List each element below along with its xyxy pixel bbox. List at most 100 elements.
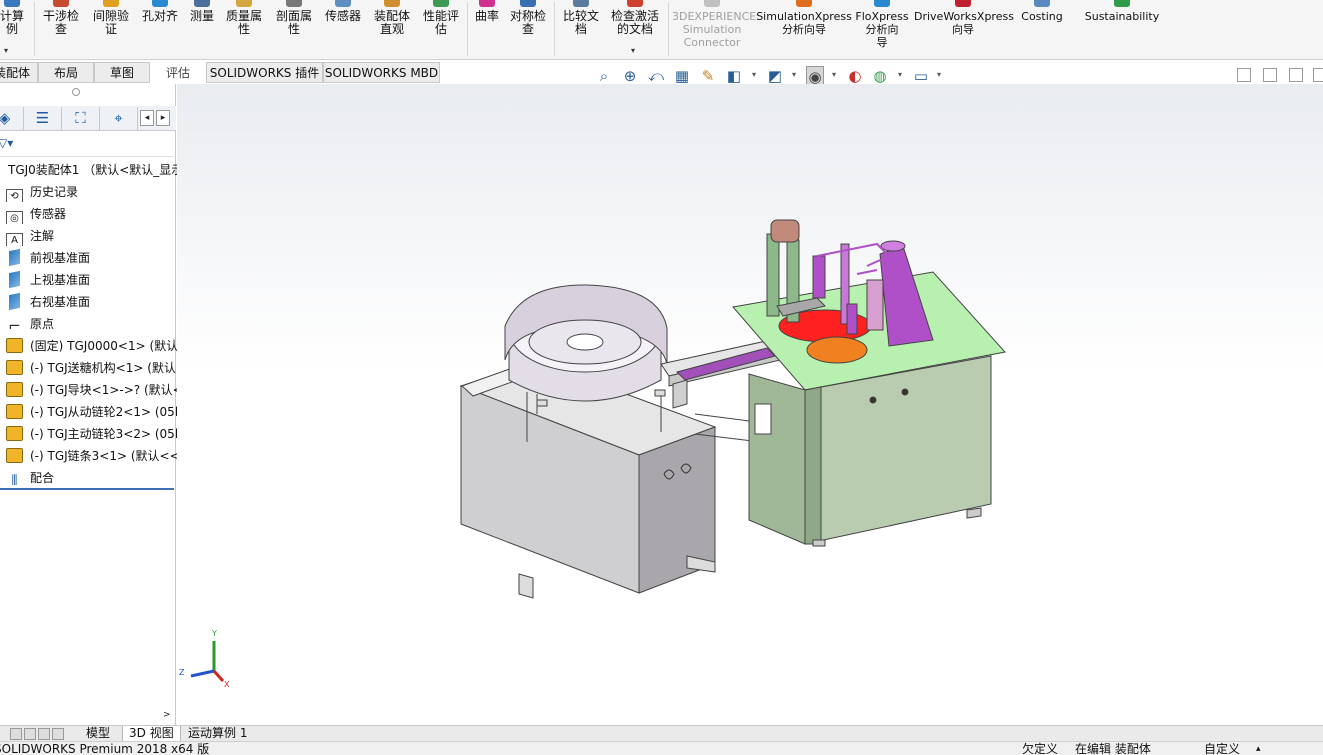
floxpress-icon	[874, 0, 890, 7]
feature-manager-icon[interactable]: ◈	[0, 107, 24, 130]
document-tab[interactable]: 3D 视图	[122, 726, 181, 742]
command-tab[interactable]: SOLIDWORKS 插件	[206, 62, 323, 83]
minimize-pane-button[interactable]	[1289, 68, 1303, 82]
dropdown-caret-icon[interactable]: ▾	[792, 70, 796, 79]
zoom-area-icon[interactable]: ⊕	[621, 66, 639, 86]
document-tab[interactable]: 模型	[80, 726, 116, 742]
plane-icon	[9, 248, 20, 267]
tree-item[interactable]: 右视基准面	[6, 292, 178, 312]
ribbon-button-3dx[interactable]: 3DEXPERIENCE Simulation Connector	[672, 0, 757, 58]
command-tab[interactable]: 装配体	[0, 62, 38, 83]
scroll-tabs-left-button[interactable]: ◂	[140, 110, 154, 126]
config-manager-icon[interactable]: ⛶	[62, 107, 100, 130]
ribbon-button-label: 对称检 查	[509, 9, 546, 36]
last-tab-button[interactable]	[52, 728, 64, 740]
ribbon-button-label: 间隙验 证	[92, 9, 129, 36]
ribbon-button-symmetry[interactable]: 对称检 查	[505, 0, 551, 58]
tree-item[interactable]: 前视基准面	[6, 248, 178, 268]
ribbon-button-mass-props[interactable]: 质量属 性	[221, 0, 267, 58]
command-tab[interactable]: 草图	[94, 62, 150, 83]
panel-collapse-handle[interactable]	[72, 88, 80, 96]
status-units[interactable]: 自定义	[1204, 742, 1240, 755]
curvature-icon	[479, 0, 495, 7]
ribbon-button-interference[interactable]: 干涉检 查	[38, 0, 84, 58]
units-caret-icon[interactable]: ▴	[1256, 742, 1261, 755]
view-settings-icon[interactable]: ▭	[912, 66, 930, 86]
ribbon-button-label: 3DEXPERIENCE Simulation Connector	[672, 10, 757, 49]
ribbon-button-label: 装配体 直观	[373, 9, 410, 36]
prev-tab-button[interactable]	[24, 728, 36, 740]
ribbon-button-floxpress[interactable]: FloXpress 分析向 导	[854, 0, 910, 58]
next-tab-button[interactable]	[38, 728, 50, 740]
ribbon-button-sensor[interactable]: 传感器	[320, 0, 366, 58]
ribbon-button-measure[interactable]: 测量	[186, 0, 218, 58]
document-tab[interactable]: 运动算例 1	[182, 726, 253, 742]
assembly-model	[459, 219, 1006, 599]
ribbon-button-label: 剖面属 性	[275, 9, 312, 36]
tree-item[interactable]: ⌐ 原点	[6, 314, 178, 334]
tree-item[interactable]: (固定) TGJ0000<1> (默认	[6, 336, 178, 356]
display-style-icon[interactable]: ◩	[766, 66, 784, 86]
ribbon-button-simxpress[interactable]: SimulationXpress 分析向导	[756, 0, 852, 58]
ribbon-button-costing[interactable]: Costing	[1018, 0, 1066, 58]
tree-item[interactable]: (-) TGJ送糖机构<1> (默认	[6, 358, 178, 378]
restore-pane-button[interactable]	[1237, 68, 1251, 82]
part-icon	[6, 426, 23, 441]
document-tabs: 模型 3D 视图 运动算例 1	[0, 725, 1323, 742]
tree-item[interactable]: ◎ 传感器	[6, 204, 178, 224]
tree-item[interactable]: (-) TGJ主动链轮3<2> (05l	[6, 424, 178, 444]
graphics-area[interactable]: Y Z X	[177, 84, 1323, 725]
ribbon-button-section-props[interactable]: 剖面属 性	[271, 0, 317, 58]
tree-item[interactable]: A 注解	[6, 226, 178, 246]
ribbon-button-performance[interactable]: 性能评 估	[418, 0, 464, 58]
section-view-icon[interactable]: ▦	[673, 66, 691, 86]
first-tab-button[interactable]	[10, 728, 22, 740]
tree-item[interactable]: ⫴ 配合	[6, 468, 178, 488]
ribbon-button-curvature[interactable]: 曲率	[472, 0, 502, 58]
dropdown-caret-icon[interactable]: ▾	[832, 70, 836, 79]
scroll-tabs-right-button[interactable]: ▸	[156, 110, 170, 126]
tree-item[interactable]: 上视基准面	[6, 270, 178, 290]
ribbon-button-compare[interactable]: 比较文 档	[558, 0, 604, 58]
apply-scene-icon[interactable]: ◍	[871, 66, 889, 86]
zoom-to-fit-icon[interactable]: ⌕	[595, 66, 613, 86]
panel-scroll-right-button[interactable]: >	[163, 710, 171, 720]
ribbon-button-label: 检查激活 的文档	[610, 9, 659, 36]
command-tab[interactable]: SOLIDWORKS MBD	[323, 62, 440, 83]
ribbon-button-assembly-visual[interactable]: 装配体 直观	[369, 0, 415, 58]
edit-appearance-icon[interactable]: ◐	[846, 66, 864, 86]
ribbon-button-label: 比较文 档	[562, 9, 599, 36]
tree-item-label: 右视基准面	[30, 295, 91, 309]
dropdown-caret-icon[interactable]: ▾	[631, 46, 635, 55]
feature-manager-panel: ◈ ☰ ⛶ ⌖ ◂ ▸ ▽▾ TGJ0装配体1 （默认<默认_显示 ⟲ 历史记录 ◎…	[0, 84, 180, 725]
filter-box-border	[0, 131, 174, 157]
ribbon-button-label: FloXpress 分析向 导	[855, 10, 909, 49]
property-manager-icon[interactable]: ☰	[24, 107, 62, 130]
tree-item-label: 注解	[30, 229, 55, 243]
view-orientation-icon[interactable]: ◧	[725, 66, 743, 86]
ribbon-button-sustainability[interactable]: Sustainability	[1084, 0, 1160, 58]
tree-item[interactable]: (-) TGJ导块<1>->? (默认<	[6, 380, 178, 400]
ribbon-button-driveworks[interactable]: DriveWorksXpress 向导	[914, 0, 1014, 58]
tile-pane-button[interactable]	[1263, 68, 1277, 82]
ribbon-button-label: 计算 例	[0, 9, 24, 36]
ribbon-button-clearance[interactable]: 间隙验 证	[88, 0, 134, 58]
hide-show-icon[interactable]: ◉	[806, 66, 824, 86]
dropdown-caret-icon[interactable]: ▾	[4, 46, 8, 55]
ribbon-button-hole-align[interactable]: 孔对齐	[138, 0, 182, 58]
dropdown-caret-icon[interactable]: ▾	[937, 70, 941, 79]
tree-item[interactable]: ⟲ 历史记录	[6, 182, 178, 202]
dynamic-annotation-icon[interactable]: ✎	[699, 66, 717, 86]
tree-item[interactable]: (-) TGJ链条3<1> (默认<<	[6, 446, 178, 466]
dropdown-caret-icon[interactable]: ▾	[752, 70, 756, 79]
maximize-pane-button[interactable]	[1313, 68, 1323, 82]
origin-icon: ⌐	[8, 317, 21, 334]
dropdown-caret-icon[interactable]: ▾	[898, 70, 902, 79]
previous-view-icon[interactable]: ⤺	[647, 66, 665, 86]
command-tab[interactable]: 布局	[38, 62, 94, 83]
command-tab[interactable]: 评估	[150, 62, 206, 83]
part-icon	[6, 404, 23, 419]
tree-root-assembly[interactable]: TGJ0装配体1 （默认<默认_显示	[8, 160, 180, 180]
dimxpert-icon[interactable]: ⌖	[100, 107, 138, 130]
tree-item[interactable]: (-) TGJ从动链轮2<1> (05l	[6, 402, 178, 422]
